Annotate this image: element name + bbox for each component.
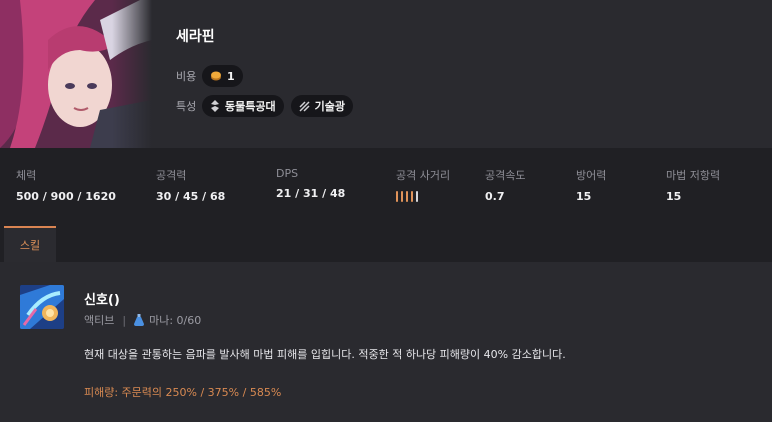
stat-magic-resist: 마법 저항력 15 bbox=[666, 167, 720, 203]
trait-label: 동물특공대 bbox=[225, 100, 276, 113]
stat-label: 공격력 bbox=[156, 169, 187, 182]
tab-bar: 스킬 bbox=[0, 226, 772, 262]
divider: | bbox=[122, 313, 127, 327]
stat-value: 15 bbox=[666, 190, 682, 203]
stat-attack-damage: 공격력 30 / 45 / 68 bbox=[156, 167, 225, 203]
traits-row: 특성 동물특공대 기술광 bbox=[176, 95, 360, 117]
champion-portrait bbox=[0, 0, 152, 148]
cost-badge: 1 bbox=[202, 65, 243, 87]
stat-value: 0.7 bbox=[485, 190, 505, 203]
stat-value: 15 bbox=[576, 190, 592, 203]
stat-label: 체력 bbox=[16, 169, 37, 182]
champion-name: 세라핀 bbox=[176, 29, 215, 45]
techie-icon bbox=[299, 100, 310, 112]
attack-range-indicator bbox=[396, 191, 450, 202]
range-bar bbox=[396, 191, 398, 202]
stat-label: 공격속도 bbox=[485, 169, 526, 182]
trait-badge-animal-squad[interactable]: 동물특공대 bbox=[202, 95, 284, 117]
stat-label: 공격 사거리 bbox=[396, 169, 451, 182]
cost-label: 비용 bbox=[176, 70, 197, 83]
stat-label: 방어력 bbox=[576, 169, 607, 182]
range-bar bbox=[416, 191, 418, 202]
traits-label: 특성 bbox=[176, 100, 197, 113]
skill-meta: 액티브 | 마나: 0/60 bbox=[84, 312, 201, 328]
stat-value: 30 / 45 / 68 bbox=[156, 190, 226, 203]
cost-value: 1 bbox=[227, 69, 235, 83]
stat-value: 500 / 900 / 1620 bbox=[16, 190, 116, 203]
skill-description: 현재 대상을 관통하는 음파를 발사해 마법 피해를 입힙니다. 적중한 적 하… bbox=[84, 348, 566, 361]
stat-value: 21 / 31 / 48 bbox=[276, 187, 346, 200]
stat-health: 체력 500 / 900 / 1620 bbox=[16, 167, 116, 203]
range-bar bbox=[406, 191, 408, 202]
trait-label: 기술광 bbox=[314, 100, 345, 113]
coin-icon bbox=[210, 70, 222, 82]
stat-label: 마법 저항력 bbox=[666, 169, 721, 182]
skill-icon bbox=[20, 285, 64, 329]
stat-attack-speed: 공격속도 0.7 bbox=[485, 167, 525, 203]
range-bar bbox=[401, 191, 403, 202]
skill-name: 신호() bbox=[84, 293, 120, 308]
stat-attack-range: 공격 사거리 bbox=[396, 167, 450, 202]
champion-header: 세라핀 비용 1 특성 동물특공대 기술광 bbox=[0, 0, 772, 148]
trait-badge-techie[interactable]: 기술광 bbox=[290, 95, 353, 117]
stat-dps: DPS 21 / 31 / 48 bbox=[276, 167, 345, 200]
stat-label: DPS bbox=[276, 167, 299, 180]
tab-skill[interactable]: 스킬 bbox=[4, 226, 56, 262]
animal-squad-icon bbox=[210, 100, 220, 112]
skill-panel: 신호() 액티브 | 마나: 0/60 현재 대상을 관통하는 음파를 발사해 … bbox=[0, 262, 772, 422]
stat-armor: 방어력 15 bbox=[576, 167, 606, 203]
skill-type: 액티브 bbox=[84, 314, 115, 327]
cost-row: 비용 1 bbox=[176, 65, 250, 87]
skill-damage: 피해량: 주문력의 250% / 375% / 585% bbox=[84, 386, 282, 399]
stats-bar: 체력 500 / 900 / 1620 공격력 30 / 45 / 68 DPS… bbox=[0, 148, 772, 214]
range-bar bbox=[411, 191, 413, 202]
skill-mana: 마나: 0/60 bbox=[149, 314, 202, 327]
mana-flask-icon bbox=[134, 314, 145, 326]
